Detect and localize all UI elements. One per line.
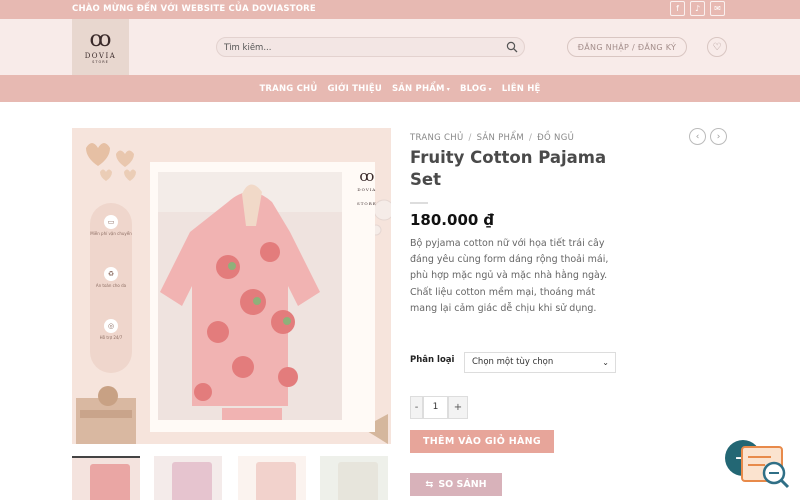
breadcrumb: TRANG CHỦ / SẢN PHẨM / ĐỒ NGỦ (410, 133, 575, 143)
variant-label: Phân loại (410, 355, 455, 365)
headset-icon: ◎ (104, 319, 118, 333)
feature-free-shipping: ▭ Miễn phí vận chuyển (90, 215, 132, 236)
quantity-increase-button[interactable]: + (448, 396, 468, 419)
product-title: Fruity Cotton Pajama Set (410, 148, 607, 189)
nav-item-blog[interactable]: BLOG ▾ (455, 84, 497, 94)
quantity-input[interactable]: 1 (423, 396, 448, 419)
chevron-down-icon: ▾ (488, 85, 492, 93)
site-logo[interactable]: ꝏ DOVIA STORE (72, 19, 129, 75)
feature-support: ◎ Hỗ trợ 24/7 (90, 319, 132, 340)
floating-compare-icon[interactable] (741, 445, 791, 489)
breadcrumb-category[interactable]: ĐỒ NGỦ (537, 133, 574, 143)
nav-item-products[interactable]: SẢN PHẨM ▾ (387, 84, 455, 94)
quantity-decrease-button[interactable]: - (410, 396, 423, 419)
search-icon[interactable] (506, 41, 518, 53)
thumbnail-1[interactable] (72, 456, 140, 500)
thumbnail-3[interactable] (238, 456, 306, 500)
breadcrumb-home[interactable]: TRANG CHỦ (410, 133, 463, 143)
variant-select[interactable]: Chọn một tùy chọn ⌄ (464, 352, 616, 373)
compare-icon: ⇆ (425, 479, 434, 490)
pajama-illustration (158, 172, 342, 420)
search-input[interactable] (224, 41, 494, 54)
recycle-icon: ♻ (104, 267, 118, 281)
thumbnail-strip (72, 456, 391, 500)
chevron-down-icon: ⌄ (602, 358, 609, 367)
logo-sub: STORE (92, 60, 109, 64)
main-nav: TRANG CHỦ GIỚI THIỆU SẢN PHẨM ▾ BLOG ▾ LIÊ… (0, 75, 800, 102)
compare-label: SO SÁNH (438, 479, 487, 490)
search-bar (216, 37, 525, 57)
photo-frame: ꝏ DOVIA STORE (150, 162, 377, 432)
thumbnail-4[interactable] (320, 456, 388, 500)
chevron-left-icon: ‹ (695, 131, 700, 142)
product-main-image[interactable]: ▭ Miễn phí vận chuyển ♻ An toàn cho da ◎… (72, 128, 391, 444)
logo-mark-icon: ꝏ (89, 27, 112, 52)
model-photo (158, 172, 342, 420)
top-bar: CHÀO MỪNG ĐẾN VỚI WEBSITE CỦA DOVIASTORE… (0, 0, 800, 19)
product-price: 180.000 ₫ (410, 211, 494, 229)
login-register-button[interactable]: ĐĂNG NHẬP / ĐĂNG KÝ (567, 37, 687, 57)
prev-product-button[interactable]: ‹ (689, 128, 706, 145)
email-icon[interactable]: ✉ (710, 1, 725, 16)
wishlist-heart-icon[interactable]: ♡ (707, 37, 727, 57)
logo-brand: DOVIA (84, 52, 117, 60)
compare-button[interactable]: ⇆ SO SÁNH (410, 473, 502, 496)
breadcrumb-products[interactable]: SẢN PHẨM (477, 133, 524, 143)
variant-selected-value: Chọn một tùy chọn (472, 357, 554, 367)
product-description: Bộ pyjama cotton nữ với họa tiết trái câ… (410, 238, 609, 314)
chevron-right-icon: › (716, 131, 721, 142)
nav-item-contact[interactable]: LIÊN HỆ (497, 84, 546, 94)
features-card: ▭ Miễn phí vận chuyển ♻ An toàn cho da ◎… (90, 203, 132, 373)
title-divider (410, 202, 428, 204)
feature-safe-skin: ♻ An toàn cho da (90, 267, 132, 288)
welcome-text: CHÀO MỪNG ĐẾN VỚI WEBSITE CỦA DOVIASTORE (72, 4, 316, 14)
truck-icon: ▭ (104, 215, 118, 229)
thumbnail-2[interactable] (154, 456, 222, 500)
frame-logo: ꝏ DOVIA STORE (357, 167, 377, 207)
nav-item-home[interactable]: TRANG CHỦ (254, 84, 322, 94)
add-to-cart-button[interactable]: THÊM VÀO GIỎ HÀNG (410, 430, 554, 453)
chevron-down-icon: ▾ (446, 85, 450, 93)
facebook-icon[interactable]: f (670, 1, 685, 16)
next-product-button[interactable]: › (710, 128, 727, 145)
tiktok-icon[interactable]: ♪ (690, 1, 705, 16)
nav-item-about[interactable]: GIỚI THIỆU (322, 84, 386, 94)
